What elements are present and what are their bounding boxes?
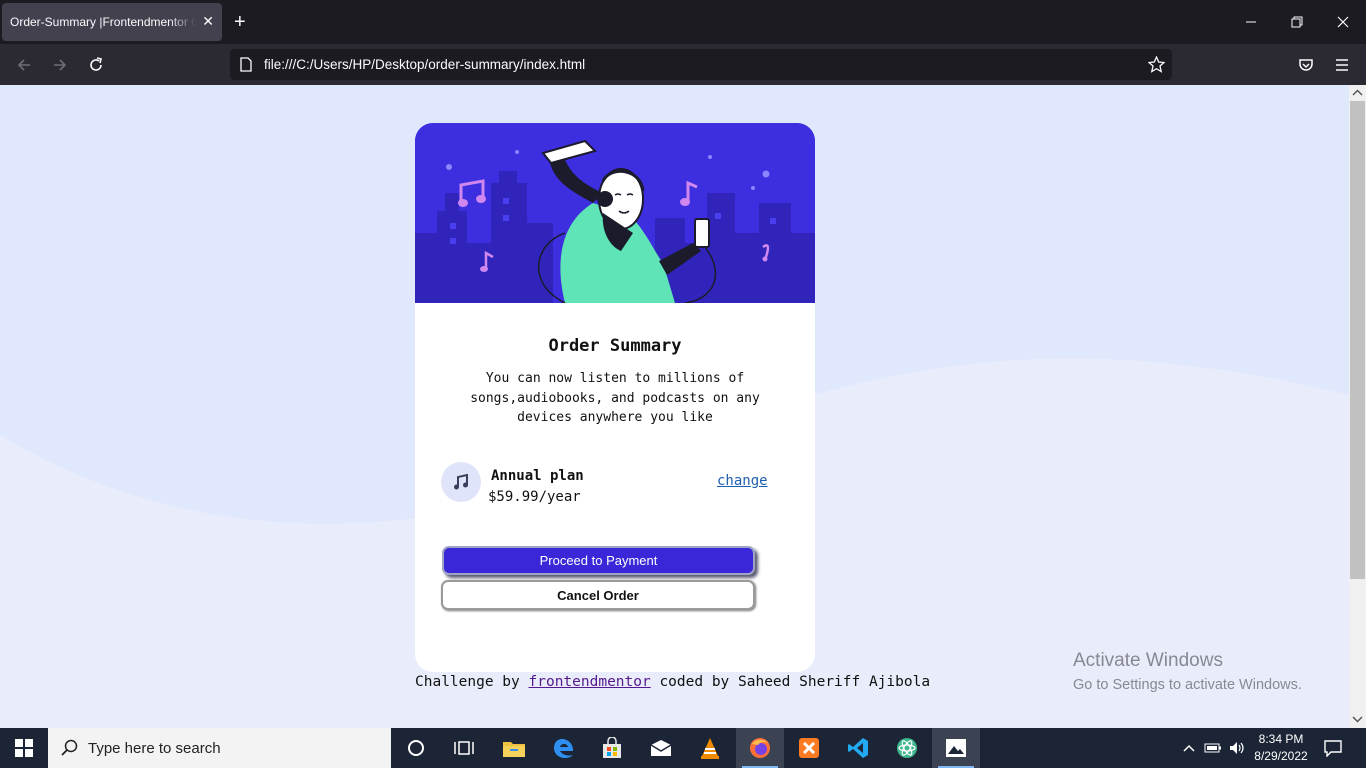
frontendmentor-link[interactable]: frontendmentor	[529, 674, 651, 690]
watermark-title: Activate Windows	[1073, 650, 1223, 671]
reload-icon[interactable]	[85, 54, 107, 76]
edge-icon[interactable]	[540, 728, 588, 768]
proceed-to-payment-button[interactable]: Proceed to Payment	[442, 546, 755, 575]
windows-taskbar: Type here to search 8:34 PM 8/29/2022	[0, 728, 1366, 768]
browser-tab-bar: Order-Summary |Frontendmentor Challenge …	[0, 0, 1366, 44]
volume-icon[interactable]	[1226, 728, 1248, 768]
atom-icon[interactable]	[883, 728, 931, 768]
page-viewport: Order Summary You can now listen to mill…	[0, 85, 1349, 728]
forward-icon[interactable]	[49, 54, 71, 76]
task-view-icon[interactable]	[440, 728, 488, 768]
bookmark-star-icon[interactable]	[1147, 55, 1166, 78]
address-bar[interactable]: file:///C:/Users/HP/Desktop/order-summar…	[230, 49, 1172, 80]
cancel-order-button[interactable]: Cancel Order	[441, 580, 755, 610]
xampp-icon[interactable]	[785, 728, 833, 768]
notifications-icon[interactable]	[1320, 728, 1346, 768]
minimize-icon[interactable]	[1241, 12, 1261, 32]
card-title: Order Summary	[548, 336, 682, 356]
search-placeholder: Type here to search	[88, 739, 221, 757]
menu-icon[interactable]	[1331, 54, 1353, 76]
plan-name: Annual plan	[491, 468, 584, 484]
battery-icon[interactable]	[1202, 728, 1224, 768]
card-description: You can now listen to millions of songs,…	[470, 371, 760, 425]
windows-start-icon[interactable]	[0, 728, 48, 768]
back-icon[interactable]	[13, 54, 35, 76]
hero-illustration	[415, 123, 815, 303]
close-window-icon[interactable]	[1333, 12, 1353, 32]
show-hidden-icons-icon[interactable]	[1180, 728, 1198, 768]
music-note-icon	[441, 462, 481, 502]
watermark-subtitle: Go to Settings to activate Windows.	[1073, 677, 1302, 693]
clock-date: 8/29/2022	[1254, 749, 1308, 763]
order-summary-card: Order Summary You can now listen to mill…	[415, 123, 815, 672]
change-plan-link[interactable]: change	[717, 473, 768, 489]
new-tab-icon[interactable]: +	[234, 12, 246, 32]
browser-tab[interactable]: Order-Summary |Frontendmentor Challenge …	[2, 3, 222, 41]
activate-windows-watermark: Activate Windows Go to Settings to activ…	[1073, 650, 1302, 693]
mail-icon[interactable]	[637, 728, 685, 768]
photos-icon[interactable]	[932, 728, 980, 768]
tab-title: Order-Summary |Frontendmentor Challenge	[10, 15, 196, 29]
vlc-icon[interactable]	[686, 728, 734, 768]
search-icon	[61, 739, 78, 756]
pocket-icon[interactable]	[1295, 54, 1317, 76]
store-icon[interactable]	[588, 728, 636, 768]
attribution-prefix: Challenge by	[415, 674, 529, 690]
scroll-up-icon[interactable]	[1349, 86, 1366, 100]
url-text: file:///C:/Users/HP/Desktop/order-summar…	[264, 57, 586, 72]
vertical-scrollbar[interactable]	[1349, 85, 1366, 728]
cortana-icon[interactable]	[392, 728, 440, 768]
attribution-suffix: coded by Saheed Sheriff Ajibola	[650, 674, 931, 690]
attribution: Challenge by frontendmentor coded by Sah…	[415, 674, 930, 690]
page-icon	[240, 57, 252, 77]
firefox-icon[interactable]	[736, 728, 784, 768]
restore-icon[interactable]	[1287, 12, 1307, 32]
plan-price: $59.99/year	[488, 489, 581, 505]
vscode-icon[interactable]	[834, 728, 882, 768]
file-explorer-icon[interactable]	[490, 728, 538, 768]
browser-nav-bar: file:///C:/Users/HP/Desktop/order-summar…	[0, 44, 1366, 85]
clock-time: 8:34 PM	[1258, 732, 1304, 746]
taskbar-search-input[interactable]: Type here to search	[48, 728, 391, 768]
scroll-thumb[interactable]	[1350, 101, 1365, 579]
taskbar-clock[interactable]: 8:34 PM 8/29/2022	[1250, 731, 1312, 765]
close-tab-icon[interactable]: ✕	[202, 14, 214, 28]
scroll-down-icon[interactable]	[1349, 712, 1366, 726]
